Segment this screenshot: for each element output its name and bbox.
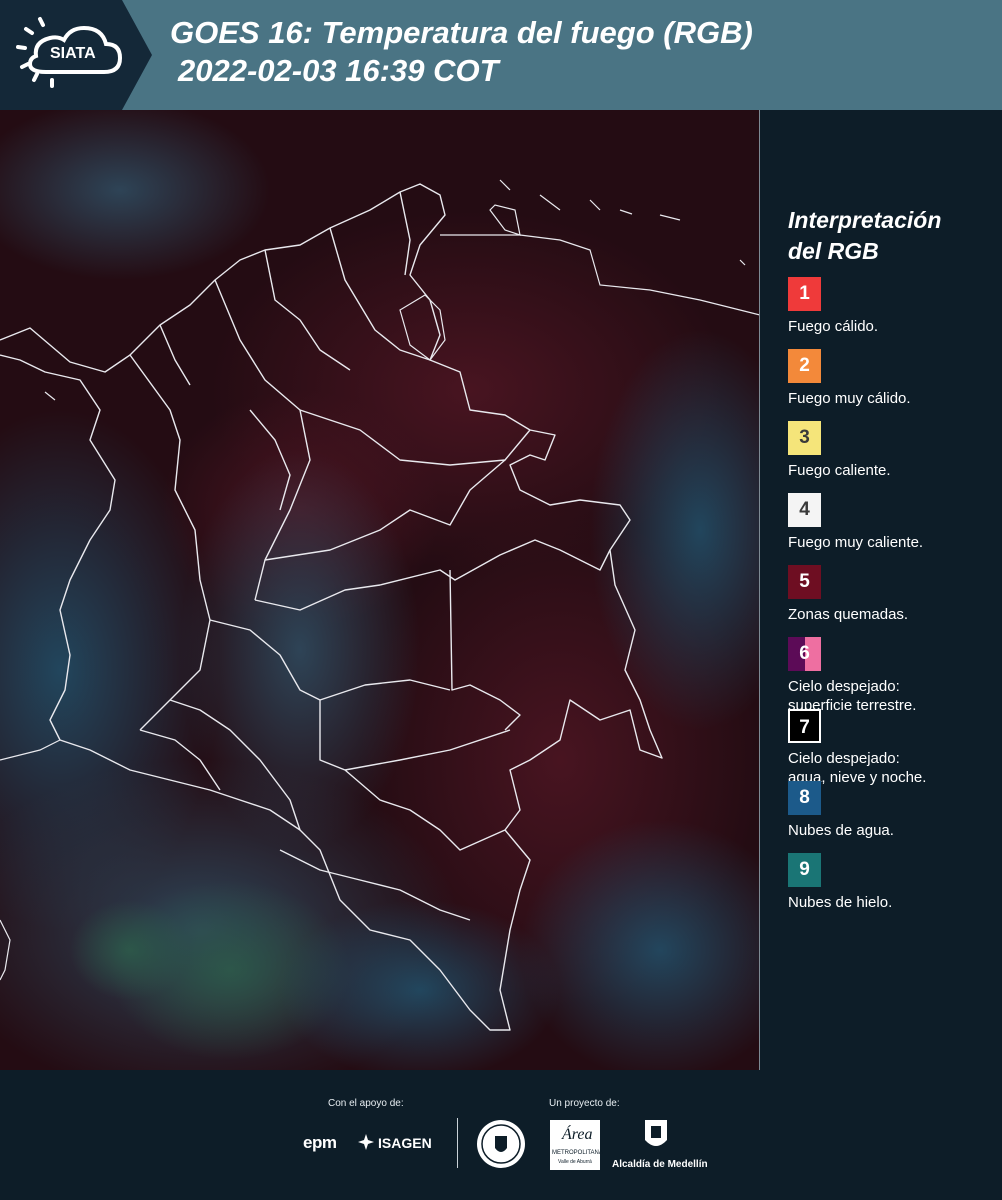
legend-item: 8 Nubes de agua. [788, 781, 993, 853]
legend-label: Zonas quemadas. [788, 606, 909, 623]
legend-item: 9 Nubes de hielo. [788, 853, 993, 925]
alcaldia-label: Alcaldía de Medellín [612, 1159, 708, 1170]
legend-label: Fuego muy caliente. [788, 534, 924, 551]
epm-logo: epm [303, 1133, 337, 1152]
legend-number: 9 [799, 859, 810, 880]
legend-number: 2 [799, 355, 810, 376]
legend-number: 7 [799, 717, 810, 738]
legend-swatch: 8 [788, 781, 821, 815]
legend-label: Fuego caliente. [788, 462, 891, 479]
legend-swatch: 3 [788, 421, 821, 455]
area-logo-sub2: Valle de Aburrá [558, 1159, 592, 1165]
title-line-2: 2022-02-03 16:39 COT [178, 53, 499, 88]
title-line-1: GOES 16: Temperatura del fuego (RGB) [170, 15, 753, 50]
legend-title: Interpretación del RGB [788, 205, 993, 267]
legend-swatch: 2 [788, 349, 821, 383]
legend-label-line-1: Cielo despejado: [788, 750, 900, 767]
siata-logo: SIATA [0, 0, 152, 110]
legend-number: 5 [799, 571, 810, 592]
legend-label: Nubes de hielo. [788, 894, 893, 911]
legend-item: 7 Cielo despejado: agua, nieve y noche. [788, 709, 993, 786]
satellite-map [0, 110, 760, 1070]
legend-number: 3 [799, 427, 810, 448]
legend-item: 2 Fuego muy cálido. [788, 349, 993, 421]
gov-seal-icon [475, 1118, 527, 1170]
siata-logo-text: SIATA [50, 45, 96, 62]
area-logo-word: Área [562, 1126, 593, 1143]
map-divider [759, 110, 760, 1070]
legend-title-line-1: Interpretación [788, 207, 942, 233]
legend-item: 1 Fuego cálido. [788, 277, 993, 349]
legend-label: Fuego muy cálido. [788, 390, 911, 407]
medellin-crest-icon [643, 1118, 669, 1152]
legend-swatch: 5 [788, 565, 821, 599]
area-logo-sub: METROPOLITANA [552, 1150, 603, 1156]
footer: Con el apoyo de: Un proyecto de: epm ISA… [0, 1070, 1002, 1200]
area-metropolitana-logo: Área METROPOLITANA Valle de Aburrá [550, 1120, 603, 1170]
legend-number: 4 [799, 499, 810, 520]
legend-item: 3 Fuego caliente. [788, 421, 993, 493]
legend-items: 1 Fuego cálido. 2 Fuego muy cálido. 3 Fuego c… [788, 277, 993, 925]
legend-item: 4 Fuego muy caliente. [788, 493, 993, 565]
isagen-icon [358, 1134, 374, 1150]
legend-label: Fuego cálido. [788, 318, 879, 335]
header-banner: SIATA GOES 16: Temperatura del fuego (RG… [0, 0, 1002, 110]
support-label: Con el apoyo de: [328, 1098, 404, 1109]
legend-number: 1 [799, 283, 810, 304]
legend-swatch: 7 [788, 709, 821, 743]
legend-number: 6 [799, 643, 810, 664]
legend-swatch: 1 [788, 277, 821, 311]
legend-label-line-1: Cielo despejado: [788, 678, 900, 695]
legend-swatch: 4 [788, 493, 821, 527]
footer-divider [457, 1118, 458, 1168]
legend-number: 8 [799, 787, 810, 808]
legend-swatch: 9 [788, 853, 821, 887]
isagen-logo: ISAGEN [378, 1135, 432, 1151]
page-title: GOES 16: Temperatura del fuego (RGB) 202… [170, 14, 753, 90]
legend-panel: Interpretación del RGB 1 Fuego cálido. 2 Fu… [788, 205, 993, 925]
project-label: Un proyecto de: [549, 1098, 620, 1109]
legend-item: 5 Zonas quemadas. [788, 565, 993, 637]
legend-swatch: 6 [788, 637, 821, 671]
legend-item: 6 Cielo despejado: superficie terrestre. [788, 637, 993, 714]
legend-title-line-2: del RGB [788, 238, 879, 264]
legend-label: Nubes de agua. [788, 822, 894, 839]
